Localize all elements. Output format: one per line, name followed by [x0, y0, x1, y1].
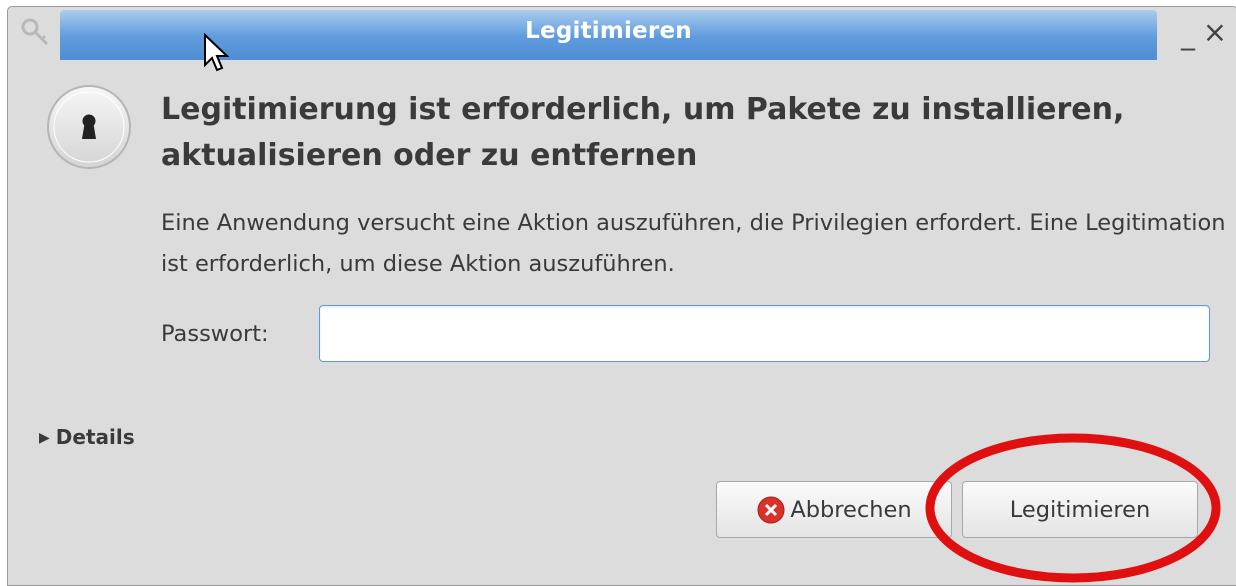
- close-button[interactable]: ×: [1203, 18, 1227, 47]
- key-icon: [21, 18, 49, 46]
- cancel-button-label: Abbrechen: [790, 496, 912, 523]
- mouse-cursor-icon: [204, 33, 229, 72]
- auth-dialog-window: Legitimieren _ × Legitimierung ist erfor…: [7, 6, 1236, 586]
- dialog-description: Eine Anwendung versucht eine Aktion ausz…: [161, 210, 1226, 277]
- password-input[interactable]: [319, 305, 1210, 362]
- authenticate-button[interactable]: Legitimieren: [962, 481, 1198, 538]
- password-label: Passwort:: [161, 321, 269, 347]
- authenticate-button-label: Legitimieren: [1009, 496, 1151, 523]
- title-bar[interactable]: Legitimieren _ ×: [8, 7, 1236, 60]
- triangle-right-icon: ▶: [39, 430, 50, 446]
- cancel-button[interactable]: Abbrechen: [716, 481, 952, 538]
- cancel-icon: [757, 496, 785, 523]
- lock-icon: [47, 85, 131, 169]
- details-expander[interactable]: ▶ Details: [39, 425, 135, 449]
- minimize-button[interactable]: _: [1181, 21, 1195, 49]
- dialog-heading: Legitimierung ist erforderlich, um Paket…: [161, 92, 1125, 173]
- details-label: Details: [55, 425, 135, 449]
